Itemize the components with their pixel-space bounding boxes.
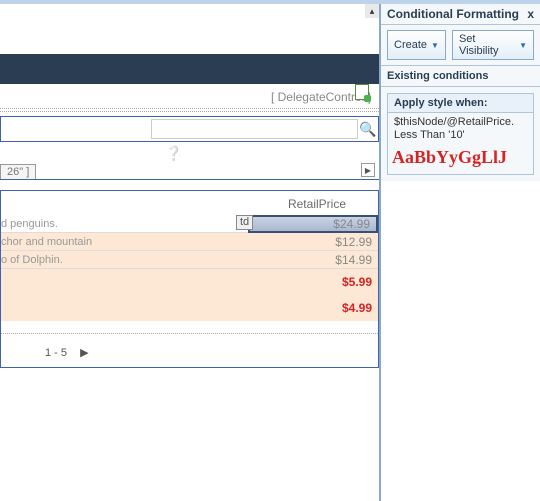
- dropdown-icon: ▼: [431, 41, 439, 50]
- condition-expression: $thisNode/@RetailPrice. Less Than '10': [388, 113, 533, 145]
- page-icon: [355, 84, 369, 100]
- title-bar-region: [0, 54, 379, 84]
- table-row: d penguins. $24.99: [1, 215, 378, 233]
- cell-price[interactable]: $12.99: [248, 235, 378, 249]
- design-canvas: ▴ [ DelegateControl ] 🔍 ❔ 26" ] ▶ Retail…: [0, 4, 380, 501]
- pager-range: 1 - 5: [45, 347, 67, 359]
- existing-conditions-label: Existing conditions: [381, 66, 540, 87]
- create-button[interactable]: Create ▼: [387, 30, 446, 60]
- help-icon[interactable]: ❔: [0, 146, 379, 160]
- style-preview: AaBbYyGgLlJ: [388, 145, 533, 174]
- panel-empty-area: [381, 181, 540, 501]
- condition-header: Apply style when:: [388, 94, 533, 113]
- pager-next-icon[interactable]: ▶: [80, 347, 88, 359]
- panel-header: Conditional Formatting x: [381, 4, 540, 25]
- table-row: o of Dolphin. $14.99: [1, 251, 378, 269]
- cell-desc: chor and mountain: [1, 236, 248, 248]
- panel-title: Conditional Formatting: [387, 7, 519, 21]
- table-row: chor and mountain $12.99: [1, 233, 378, 251]
- condition-item[interactable]: Apply style when: $thisNode/@RetailPrice…: [387, 93, 534, 175]
- pager: 1 - 5 ▶: [1, 336, 378, 367]
- column-header-retailprice[interactable]: RetailPrice: [1, 191, 378, 215]
- tab-strip: 26" ] ▶: [0, 162, 379, 180]
- cell-price[interactable]: $14.99: [248, 253, 378, 267]
- divider: [0, 108, 379, 109]
- dropdown-icon: ▼: [519, 41, 527, 50]
- cell-price-selected[interactable]: $24.99: [248, 215, 378, 233]
- delegate-control-label: [ DelegateControl ]: [0, 84, 379, 106]
- scroll-up-button[interactable]: ▴: [365, 4, 379, 18]
- tab-item[interactable]: 26" ]: [0, 164, 36, 179]
- create-button-label: Create: [394, 39, 427, 51]
- panel-toolbar: Create ▼ Set Visibility ▼: [381, 25, 540, 66]
- search-input[interactable]: [151, 119, 358, 139]
- cell-desc: o of Dolphin.: [1, 254, 248, 266]
- divider: [1, 333, 378, 334]
- search-icon[interactable]: 🔍: [358, 121, 378, 138]
- td-tag-indicator[interactable]: td: [236, 215, 253, 230]
- table-row: $5.99: [1, 269, 378, 295]
- chevron-right-icon[interactable]: ▶: [361, 163, 375, 177]
- set-visibility-label: Set Visibility: [459, 33, 515, 57]
- conditional-formatting-panel: Conditional Formatting x Create ▼ Set Vi…: [380, 4, 540, 501]
- set-visibility-button[interactable]: Set Visibility ▼: [452, 30, 534, 60]
- table-row: $4.99: [1, 295, 378, 321]
- cell-price-formatted[interactable]: $4.99: [248, 301, 378, 315]
- data-grid: RetailPrice td d penguins. $24.99 chor a…: [0, 190, 379, 368]
- search-row: 🔍: [0, 116, 379, 142]
- cell-desc: d penguins.: [1, 218, 248, 230]
- close-icon[interactable]: x: [527, 7, 534, 21]
- divider: [0, 111, 379, 112]
- cell-price-formatted[interactable]: $5.99: [248, 275, 378, 289]
